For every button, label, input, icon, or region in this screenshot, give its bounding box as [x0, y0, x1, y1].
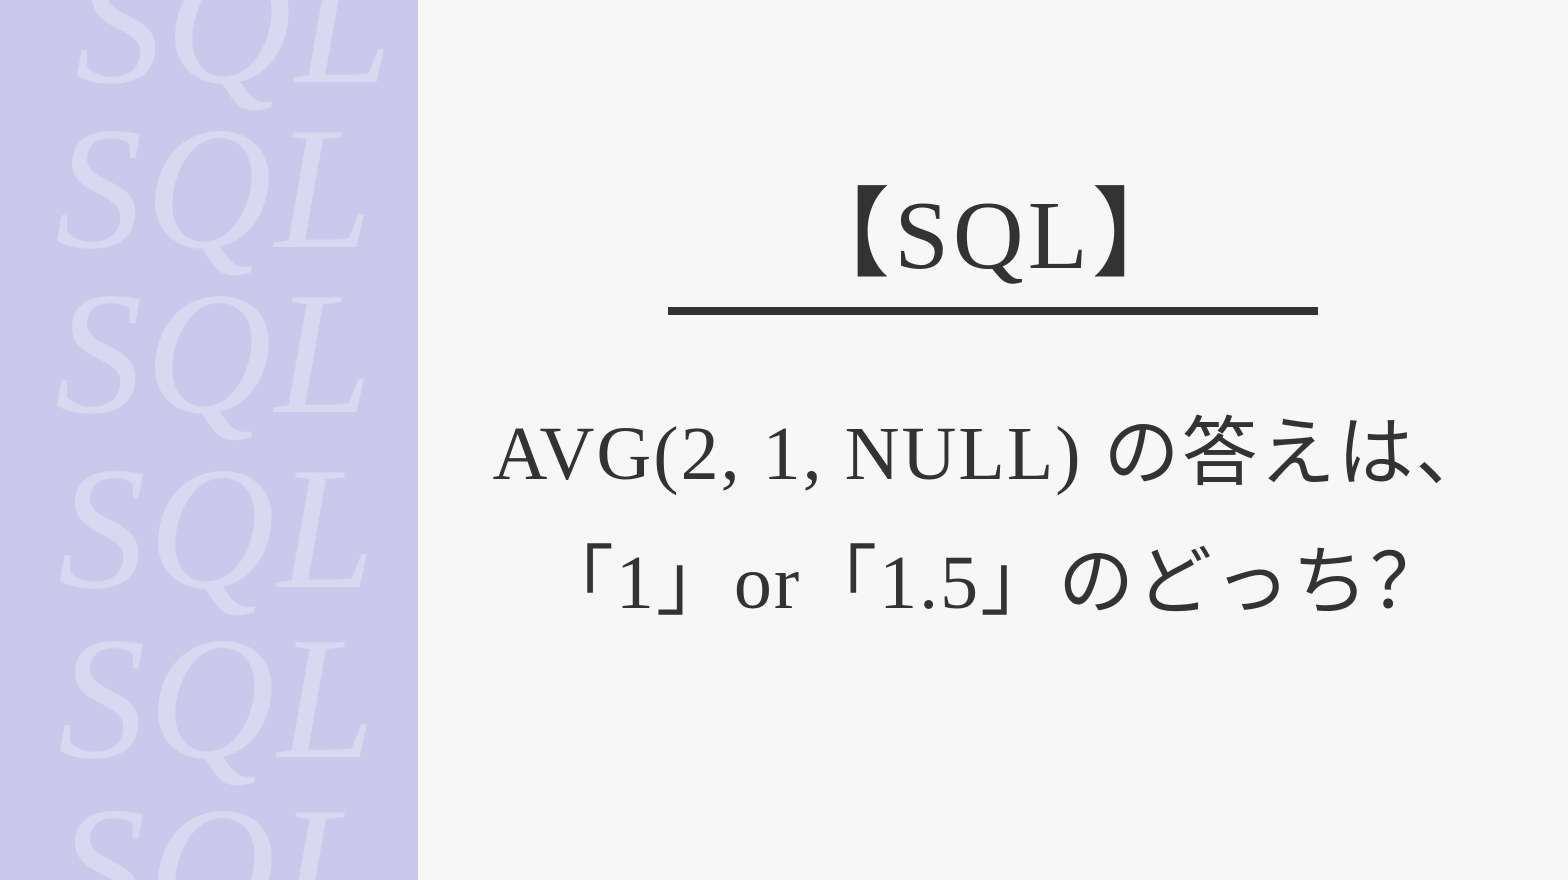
sql-bg-text: SQL [58, 615, 378, 781]
question-content: AVG(2, 1, NULL) の答えは、 「1」or「1.5」のどっち？ [418, 390, 1568, 648]
question-line-1: AVG(2, 1, NULL) の答えは、 [428, 390, 1558, 519]
question-line-2: 「1」or「1.5」のどっち？ [428, 519, 1558, 648]
page-title: 【SQL】 [792, 155, 1193, 297]
sql-bg-text: SQL [55, 105, 375, 271]
sql-bg-text: SQL [58, 445, 378, 611]
main-content: 【SQL】 AVG(2, 1, NULL) の答えは、 「1」or「1.5」のど… [418, 0, 1568, 880]
sql-bg-text: SQL [58, 785, 378, 880]
sql-bg-text: SQL [55, 270, 375, 436]
sidebar: SQL SQL SQL SQL SQL SQL [0, 0, 418, 880]
title-divider [668, 307, 1318, 315]
